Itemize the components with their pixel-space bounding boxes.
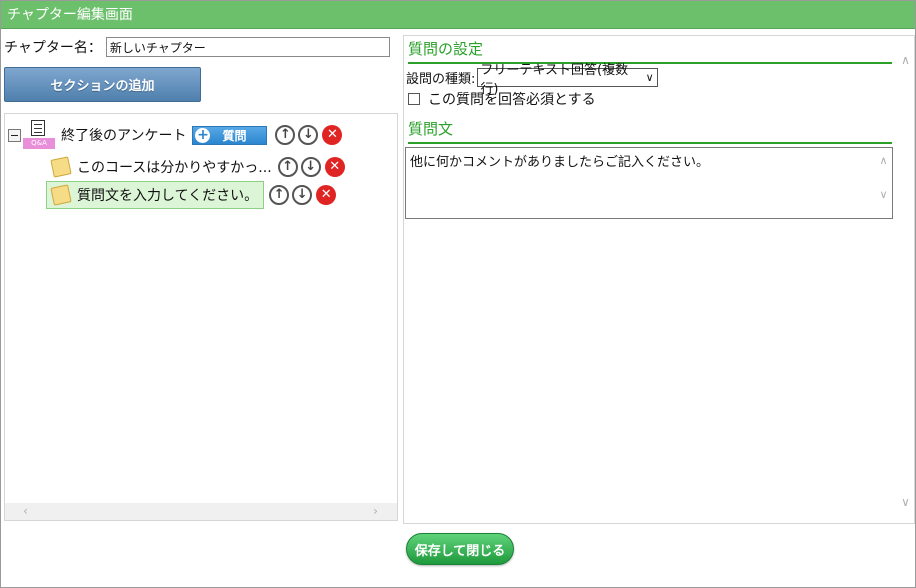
settings-vertical-scrollbar[interactable]: ∧ ∨ [897, 36, 914, 523]
textarea-scrollbar[interactable]: ∧ ∨ [875, 148, 892, 218]
collapse-toggle[interactable] [8, 128, 21, 142]
chapter-name-input[interactable] [105, 37, 390, 57]
question-type-row: 設問の種類: フリーテキスト回答(複数行) ∨ [406, 63, 659, 97]
required-label: この質問を回答必須とする [428, 92, 596, 108]
question-label[interactable]: このコースは分かりやすかっ... [77, 157, 272, 177]
move-up-button[interactable]: ↑ [269, 185, 290, 205]
question-label: 質問文を入力してください。 [77, 188, 259, 204]
scroll-up-icon[interactable]: ∧ [897, 52, 914, 69]
chapter-name-label: チャプター名： [4, 40, 102, 56]
tree-question-node: このコースは分かりやすかっ... ↑ ↓ ✕ [50, 156, 345, 178]
scroll-right-icon[interactable]: › [367, 503, 384, 520]
scroll-down-icon[interactable]: ∨ [875, 188, 892, 201]
question-type-select[interactable]: フリーテキスト回答(複数行) ∨ [477, 63, 659, 97]
move-up-button[interactable]: ↑ [275, 125, 296, 145]
move-down-button[interactable]: ↓ [292, 185, 313, 205]
move-down-button[interactable]: ↓ [298, 125, 319, 145]
scroll-up-icon[interactable]: ∧ [875, 154, 892, 167]
chevron-down-icon: ∨ [645, 71, 654, 84]
required-checkbox[interactable] [408, 93, 420, 105]
section-label[interactable]: 終了後のアンケート [61, 125, 186, 145]
move-down-button[interactable]: ↓ [300, 157, 321, 177]
chapter-name-row: チャプター名： [4, 37, 390, 57]
selected-question[interactable]: 質問文を入力してください。 [46, 181, 265, 209]
survey-icon: Q&A [23, 120, 57, 150]
question-text-value: 他に何かコメントがありましたらご記入ください。 [410, 155, 710, 170]
scroll-down-icon[interactable]: ∨ [897, 494, 914, 511]
window-title: チャプター編集画面 [1, 1, 915, 29]
plus-icon: + [195, 126, 211, 143]
question-settings-pane: 質問の設定 設問の種類: フリーテキスト回答(複数行) ∨ この質問を回答必須と… [403, 35, 915, 524]
chapter-tree: Q&A 終了後のアンケート + 質問 ↑ ↓ ✕ このコースは分かりやすかっ..… [4, 113, 398, 521]
scroll-left-icon[interactable]: ‹ [17, 503, 34, 520]
chapter-edit-window: チャプター編集画面 チャプター名： セクションの追加 Q&A 終了後のアンケート… [0, 0, 916, 588]
question-note-icon [50, 184, 72, 206]
question-text-section-title: 質問文 [408, 117, 892, 144]
tree-horizontal-scrollbar[interactable]: ‹ › [5, 503, 397, 520]
add-question-button[interactable]: + 質問 [192, 125, 268, 145]
survey-icon-tag: Q&A [23, 138, 55, 149]
add-section-button[interactable]: セクションの追加 [4, 67, 201, 102]
delete-button[interactable]: ✕ [324, 157, 345, 177]
question-text-area[interactable]: 他に何かコメントがありましたらご記入ください。 ∧ ∨ [405, 147, 893, 219]
delete-button[interactable]: ✕ [316, 185, 337, 205]
required-row: この質問を回答必須とする [408, 89, 596, 109]
tree-root-node: Q&A 終了後のアンケート + 質問 ↑ ↓ ✕ [8, 120, 343, 150]
save-and-close-button[interactable]: 保存して閉じる [406, 533, 514, 565]
add-question-label: 質問 [222, 128, 247, 143]
question-note-icon [50, 156, 72, 178]
tree-question-node-selected: 質問文を入力してください。 ↑ ↓ ✕ [46, 181, 337, 209]
delete-button[interactable]: ✕ [322, 125, 343, 145]
move-up-button[interactable]: ↑ [277, 157, 298, 177]
question-type-label: 設問の種類: [406, 72, 476, 87]
